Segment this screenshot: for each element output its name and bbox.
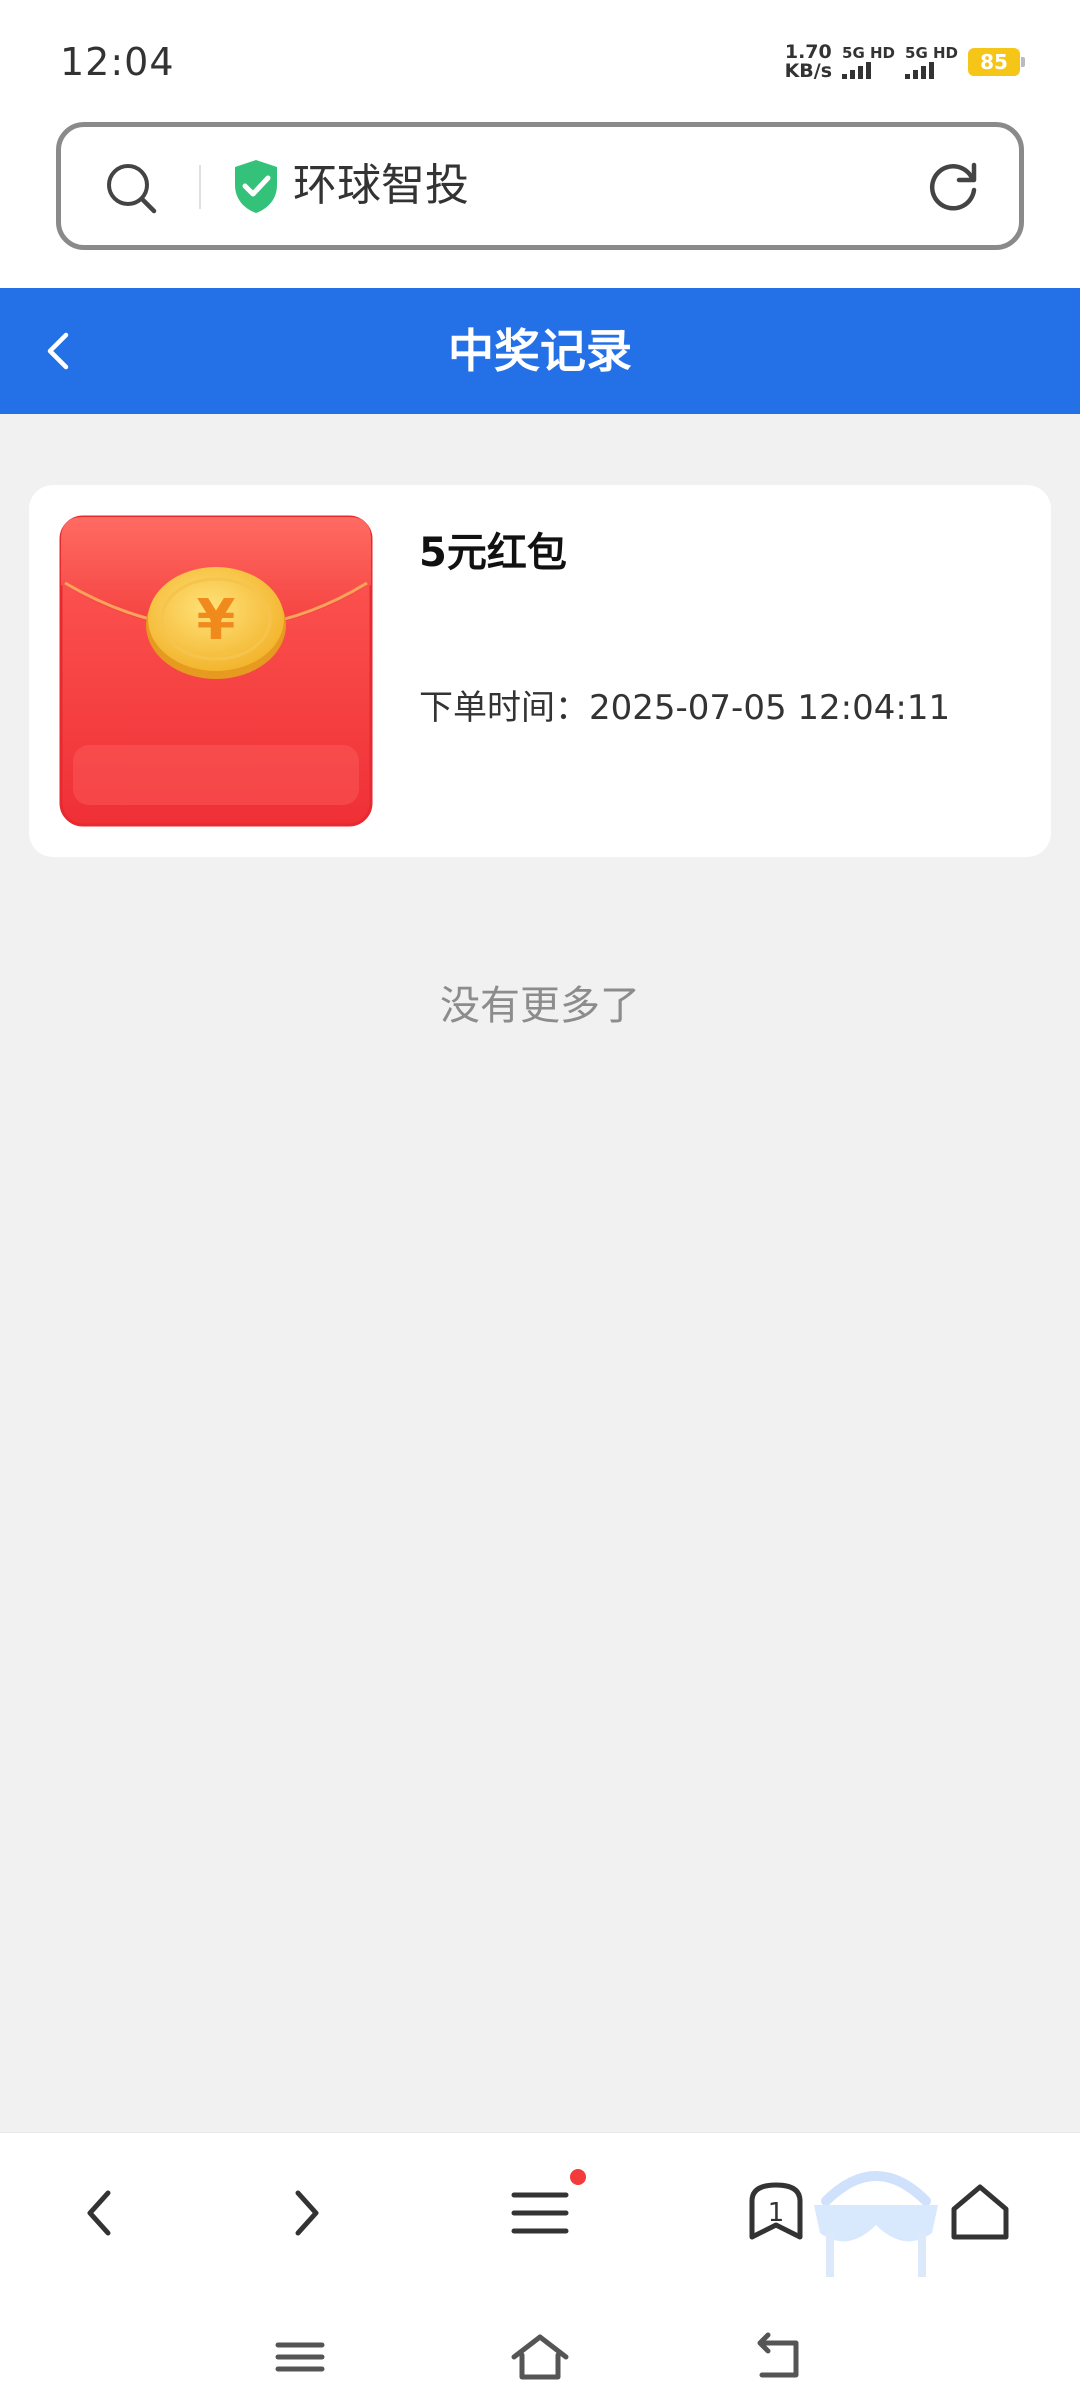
home-icon[interactable]: [942, 2175, 1018, 2251]
shield-check-icon: [231, 157, 281, 215]
tab-count: 1: [768, 2198, 785, 2228]
system-back-icon[interactable]: [748, 2325, 812, 2389]
forward-icon[interactable]: [268, 2175, 344, 2251]
sim1-label: 5G HD: [842, 44, 896, 62]
mascot-icon[interactable]: [808, 2161, 944, 2281]
list-end-text: 没有更多了: [440, 983, 640, 1029]
red-envelope-icon: ¥: [59, 515, 373, 827]
status-icons: 1.70 KB/s 5G HD 5G HD 85: [785, 40, 1025, 84]
network-speed-unit: KB/s: [784, 60, 833, 82]
signal-sim2-icon: 5G HD: [905, 45, 958, 79]
status-time: 12:04: [60, 40, 175, 84]
network-speed: 1.70 KB/s: [785, 43, 832, 81]
system-navigation: [0, 2323, 1080, 2393]
order-time: 下单时间：2025-07-05 12:04:11: [419, 688, 951, 728]
site-name[interactable]: 环球智投: [293, 157, 469, 215]
recents-icon[interactable]: [268, 2325, 332, 2389]
notification-dot: [570, 2169, 586, 2185]
battery-icon: 85: [968, 48, 1025, 76]
page-title: 中奖记录: [448, 324, 632, 378]
system-home-icon[interactable]: [508, 2325, 572, 2389]
prize-record-card[interactable]: ¥ 5元红包 下单时间：2025-07-05 12:04:11: [29, 485, 1051, 857]
chevron-left-icon[interactable]: [30, 321, 90, 381]
refresh-icon[interactable]: [925, 157, 983, 215]
address-bar[interactable]: 环球智投: [56, 122, 1024, 250]
address-divider: [199, 165, 201, 209]
menu-icon[interactable]: [502, 2169, 586, 2251]
status-bar: 12:04 1.70 KB/s 5G HD 5G HD 85: [0, 0, 1080, 118]
page-header: 中奖记录: [0, 288, 1080, 414]
sim2-label: 5G HD: [905, 44, 958, 62]
address-bar-area: 环球智投: [0, 118, 1080, 288]
signal-sim1-icon: 5G HD: [842, 45, 895, 79]
prize-name: 5元红包: [419, 530, 567, 576]
search-icon[interactable]: [103, 160, 159, 216]
browser-toolbar: 1: [0, 2132, 1080, 2408]
bookmark-icon[interactable]: 1: [738, 2175, 814, 2251]
back-icon[interactable]: [62, 2175, 138, 2251]
svg-text:¥: ¥: [197, 588, 236, 653]
